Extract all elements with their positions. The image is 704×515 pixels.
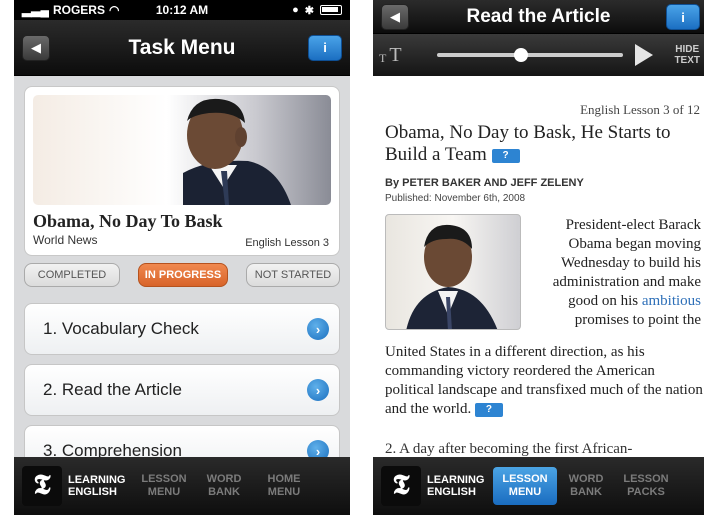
clock: 10:12 AM bbox=[155, 3, 209, 17]
status-filter-bar: COMPLETED IN PROGRESS NOT STARTED bbox=[24, 263, 340, 287]
lesson-counter: English Lesson 3 of 12 bbox=[580, 102, 700, 117]
obama-portrait-image bbox=[183, 98, 291, 205]
nyt-logo-icon[interactable]: 𝕿 bbox=[381, 466, 421, 506]
tab-lesson-menu[interactable]: LESSON MENU bbox=[134, 467, 194, 505]
text-larger-button[interactable]: T bbox=[389, 44, 401, 67]
tab-label: LESSON bbox=[141, 473, 187, 485]
task-label: 1. Vocabulary Check bbox=[43, 319, 199, 338]
article-photo bbox=[33, 95, 331, 205]
audio-player-bar: T T HIDE TEXT bbox=[373, 34, 704, 76]
audio-progress-slider[interactable] bbox=[437, 48, 623, 62]
page-title: Task Menu bbox=[128, 35, 236, 59]
nyt-logo-icon[interactable]: 𝕿 bbox=[22, 466, 62, 506]
tab-bar: 𝕿 LEARNING ENGLISH LESSON MENU WORD BANK… bbox=[14, 457, 350, 515]
slider-handle[interactable] bbox=[514, 48, 529, 62]
obama-portrait-image bbox=[406, 224, 498, 329]
play-icon[interactable] bbox=[635, 44, 653, 66]
help-button[interactable]: ? bbox=[474, 402, 503, 417]
hide-text-button[interactable]: HIDE TEXT bbox=[674, 44, 700, 66]
nav-bar: ◀ Task Menu i bbox=[14, 20, 350, 76]
nav-bar: ◀ Read the Article i bbox=[373, 0, 704, 34]
brand-line: ENGLISH bbox=[68, 486, 117, 498]
task-read-article[interactable]: 2. Read the Article › bbox=[24, 364, 340, 416]
brand-line: LEARNING bbox=[68, 474, 126, 486]
info-button[interactable]: i bbox=[308, 34, 342, 61]
filter-not-started[interactable]: NOT STARTED bbox=[246, 263, 340, 287]
task-menu-screen: ▂▃▄ ROGERS ◠ 10:12 AM ● ✱ ◀ Task Menu i … bbox=[14, 0, 350, 515]
article-paragraph: United States in a different direction, … bbox=[385, 343, 703, 419]
hide-label: HIDE bbox=[675, 44, 700, 55]
learning-english-brand[interactable]: LEARNING ENGLISH bbox=[68, 474, 126, 498]
brand-line: ENGLISH bbox=[427, 486, 476, 498]
tab-label: WORD bbox=[568, 473, 604, 485]
hide-label: TEXT bbox=[674, 55, 700, 66]
status-bar: ▂▃▄ ROGERS ◠ 10:12 AM ● ✱ bbox=[14, 0, 350, 20]
byline: By PETER BAKER AND JEFF ZELENY bbox=[385, 177, 584, 189]
help-button[interactable]: ? bbox=[491, 148, 520, 163]
vocabulary-link[interactable]: ambitious bbox=[642, 293, 701, 309]
tab-home-menu[interactable]: HOME MENU bbox=[254, 467, 314, 505]
tab-label: HOME bbox=[267, 473, 301, 485]
tab-label: WORD bbox=[206, 473, 242, 485]
tab-word-bank[interactable]: WORD BANK bbox=[194, 467, 254, 505]
article-paragraph: President-elect Barack Obama began movin… bbox=[527, 216, 701, 330]
tab-lesson-packs[interactable]: LESSON PACKS bbox=[615, 467, 677, 505]
text-smaller-button[interactable]: T bbox=[379, 51, 386, 66]
chevron-right-icon: › bbox=[307, 318, 329, 340]
article-headline: Obama, No Day to Bask, He Starts to Buil… bbox=[385, 122, 703, 166]
filter-completed[interactable]: COMPLETED bbox=[24, 263, 120, 287]
tab-label: LESSON bbox=[502, 473, 548, 485]
article-card[interactable]: Obama, No Day To Bask World News English… bbox=[24, 86, 340, 256]
page-title: Read the Article bbox=[466, 5, 611, 27]
paragraph-text: promises to point the bbox=[574, 312, 701, 328]
headline-text: Obama, No Day to Bask, He Starts to Buil… bbox=[385, 122, 671, 165]
paragraph-text: United States in a different direction, … bbox=[385, 344, 703, 417]
tab-lesson-menu[interactable]: LESSON MENU bbox=[493, 467, 557, 505]
learning-english-brand[interactable]: LEARNING ENGLISH bbox=[427, 474, 485, 498]
article-category: World News bbox=[33, 233, 98, 247]
info-button[interactable]: i bbox=[666, 4, 700, 30]
tab-word-bank[interactable]: WORD BANK bbox=[557, 467, 615, 505]
battery-icon bbox=[320, 5, 342, 15]
published-date: Published: November 6th, 2008 bbox=[385, 193, 526, 204]
filter-in-progress[interactable]: IN PROGRESS bbox=[138, 263, 228, 287]
tab-label: BANK bbox=[208, 486, 240, 498]
brand-line: LEARNING bbox=[427, 474, 485, 486]
tab-label: PACKS bbox=[627, 486, 665, 498]
tab-label: LESSON bbox=[623, 473, 669, 485]
tab-bar: 𝕿 LEARNING ENGLISH LESSON MENU WORD BANK… bbox=[373, 457, 704, 515]
tab-label: BANK bbox=[570, 486, 602, 498]
task-label: 2. Read the Article bbox=[43, 380, 182, 399]
tab-label: MENU bbox=[147, 486, 181, 498]
article-title: Obama, No Day To Bask bbox=[33, 211, 223, 231]
chevron-right-icon: › bbox=[307, 379, 329, 401]
tab-label: MENU bbox=[267, 486, 301, 498]
read-article-screen: ◀ Read the Article i T T HIDE TEXT Engli… bbox=[373, 0, 704, 515]
task-vocabulary-check[interactable]: 1. Vocabulary Check › bbox=[24, 303, 340, 355]
tab-label: MENU bbox=[508, 486, 542, 498]
article-thumbnail bbox=[385, 214, 521, 330]
lesson-number: English Lesson 3 bbox=[245, 237, 329, 249]
